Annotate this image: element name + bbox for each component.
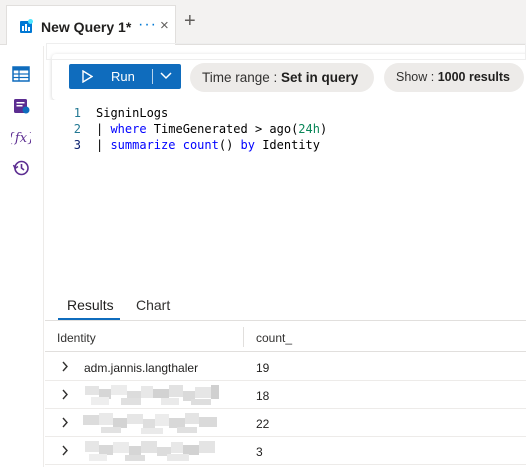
table-row[interactable]: adm.jannis.langthaler 19 — [45, 353, 526, 381]
line-number: 3 — [73, 138, 81, 152]
queries-icon[interactable] — [11, 96, 31, 116]
tab-bar: New Query 1* ··· × + — [0, 0, 526, 45]
query-editor[interactable]: 1 SigninLogs 2 | where TimeGenerated > a… — [45, 100, 526, 290]
chevron-down-icon[interactable] — [160, 72, 172, 80]
tab-results[interactable]: Results — [67, 297, 114, 313]
query-toolbar: Run Time range : Set in query Show : 100… — [52, 54, 526, 100]
count-cell: 3 — [256, 445, 263, 459]
code-line-2: | where TimeGenerated > ago(24h) — [96, 122, 328, 136]
table-row[interactable]: 3 — [45, 437, 526, 465]
query-tab[interactable]: New Query 1* ··· × — [6, 5, 176, 45]
chevron-right-icon[interactable] — [61, 445, 69, 456]
svg-text:{fx}: {fx} — [11, 131, 31, 146]
line-number: 1 — [73, 106, 81, 120]
redacted-identity — [83, 413, 217, 434]
functions-icon[interactable]: {fx} — [11, 127, 31, 147]
more-icon[interactable]: ··· — [138, 16, 157, 34]
tab-title: New Query 1* — [41, 19, 132, 35]
editor-line: 1 SigninLogs — [45, 106, 526, 122]
count-cell: 22 — [256, 417, 270, 431]
chevron-right-icon[interactable] — [61, 361, 69, 372]
close-icon[interactable]: × — [160, 17, 169, 34]
show-value: 1000 results — [437, 70, 510, 84]
count-cell: 18 — [256, 389, 270, 403]
run-button[interactable]: Run — [69, 64, 181, 89]
chevron-right-icon[interactable] — [61, 417, 69, 428]
time-range-value: Set in query — [281, 70, 359, 85]
divider — [45, 320, 526, 321]
count-cell: 19 — [256, 361, 270, 375]
add-tab-button[interactable]: + — [184, 11, 196, 31]
identity-cell: adm.jannis.langthaler — [84, 361, 199, 375]
results-header: Identity count_ — [45, 322, 526, 352]
redacted-identity — [85, 385, 219, 405]
history-icon[interactable] — [11, 158, 31, 178]
editor-line: 3 | summarize count() by Identity — [45, 138, 526, 154]
tab-chart[interactable]: Chart — [136, 297, 170, 313]
current-line-highlight — [46, 43, 526, 60]
column-header-identity[interactable]: Identity — [57, 331, 96, 345]
editor-line: 2 | where TimeGenerated > ago(24h) — [45, 122, 526, 138]
run-label: Run — [111, 69, 135, 84]
code-line-3: | summarize count() by Identity — [96, 138, 321, 152]
left-rail: {fx} — [0, 46, 44, 467]
run-divider — [152, 69, 153, 84]
tables-icon[interactable] — [11, 64, 31, 84]
results-pane: Results Chart Identity count_ adm.jannis… — [45, 290, 526, 467]
table-row[interactable]: 18 — [45, 381, 526, 409]
show-results-button[interactable]: Show : 1000 results — [384, 63, 524, 92]
line-number: 2 — [73, 122, 81, 136]
table-row[interactable]: 22 — [45, 409, 526, 437]
play-icon — [82, 70, 93, 83]
redacted-identity — [85, 441, 215, 461]
log-analytics-icon — [20, 19, 33, 33]
code-line-1: SigninLogs — [96, 106, 169, 120]
column-resize-handle[interactable] — [243, 327, 244, 347]
time-range-label: Time range : — [202, 70, 278, 85]
chevron-right-icon[interactable] — [61, 389, 69, 400]
time-range-button[interactable]: Time range : Set in query — [190, 63, 374, 92]
show-label: Show : — [396, 70, 435, 84]
column-header-count[interactable]: count_ — [256, 331, 292, 345]
